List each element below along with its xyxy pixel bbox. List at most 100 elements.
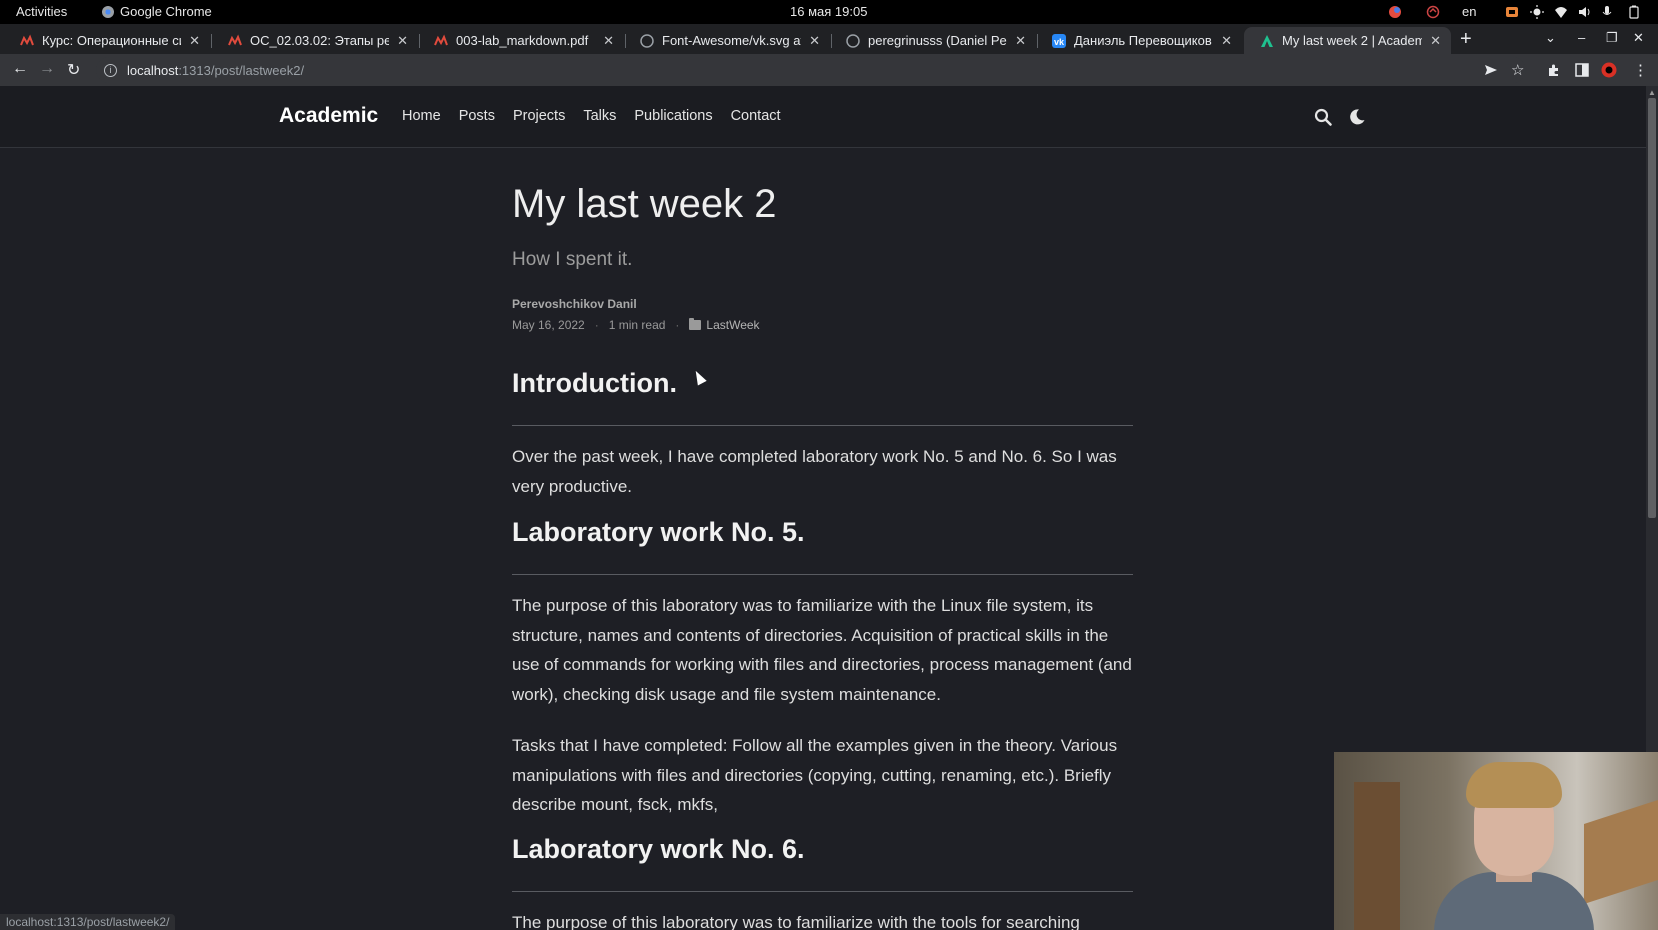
- dark-mode-moon-icon[interactable]: [1348, 108, 1366, 126]
- scrollbar-thumb[interactable]: [1648, 98, 1656, 518]
- app-name: Google Chrome: [120, 4, 212, 19]
- tab-title: Даниэль Перевощиков: [1074, 33, 1212, 48]
- section-heading: Introduction.: [512, 368, 677, 398]
- reload-icon[interactable]: ↻: [67, 60, 80, 80]
- bookmark-star-icon[interactable]: ☆: [1511, 61, 1524, 79]
- section-heading: Laboratory work No. 5.: [512, 517, 805, 547]
- tab-close-icon[interactable]: ✕: [1430, 33, 1441, 49]
- clock[interactable]: 16 мая 19:05: [790, 4, 867, 19]
- pdf-icon: [434, 34, 448, 45]
- forward-arrow-icon[interactable]: →: [39, 60, 55, 78]
- post-subtitle: How I spent it.: [512, 249, 633, 270]
- send-tab-icon[interactable]: [1484, 63, 1498, 77]
- tab-close-icon[interactable]: ✕: [603, 33, 614, 49]
- tab-title: peregrinusss (Daniel Pere: [868, 33, 1008, 48]
- site-header: Academic Home Posts Projects Talks Publi…: [0, 86, 1646, 148]
- heading-divider: [512, 425, 1133, 426]
- nav-posts[interactable]: Posts: [459, 108, 495, 124]
- heading-divider: [512, 891, 1133, 892]
- address-bar[interactable]: i localhost:1313/post/lastweek2/: [96, 57, 1526, 83]
- browser-tab[interactable]: Курс: Операционные си ✕: [4, 27, 210, 54]
- meta-separator: ·: [594, 318, 599, 332]
- moodle-icon: [20, 34, 34, 45]
- post-title: My last week 2: [512, 182, 777, 226]
- minimize-button[interactable]: –: [1578, 30, 1585, 45]
- browser-tab-active[interactable]: My last week 2 | Academic ✕: [1244, 27, 1451, 54]
- tab-close-icon[interactable]: ✕: [1221, 33, 1232, 49]
- side-panel-icon[interactable]: [1575, 63, 1589, 77]
- url-host: localhost: [127, 62, 179, 78]
- tab-title: 003-lab_markdown.pdf: [456, 33, 589, 48]
- post-date: May 16, 2022: [512, 318, 585, 332]
- browser-tab[interactable]: 003-lab_markdown.pdf ✕: [418, 27, 624, 54]
- chrome-icon: [102, 5, 114, 18]
- site-brand[interactable]: Academic: [279, 104, 378, 128]
- profile-avatar[interactable]: [1601, 62, 1617, 78]
- search-icon[interactable]: [1314, 108, 1332, 126]
- tab-strip: Курс: Операционные си ✕ ОС_02.03.02: Эта…: [0, 24, 1658, 54]
- tab-title: My last week 2 | Academic: [1282, 33, 1423, 48]
- nav-talks[interactable]: Talks: [583, 108, 616, 124]
- microphone-icon[interactable]: [1600, 5, 1614, 19]
- main-nav: Home Posts Projects Talks Publications C…: [402, 108, 781, 124]
- back-arrow-icon[interactable]: ←: [12, 60, 28, 78]
- brightness-icon[interactable]: [1530, 5, 1544, 19]
- site-info-icon[interactable]: i: [104, 63, 117, 77]
- github-icon: [640, 33, 654, 48]
- nav-contact[interactable]: Contact: [731, 108, 781, 124]
- maximize-button[interactable]: ❐: [1606, 30, 1618, 46]
- volume-icon[interactable]: [1578, 5, 1592, 19]
- post-author[interactable]: Perevoshchikov Danil: [512, 297, 637, 311]
- browser-toolbar: ← → ↻ i localhost:1313/post/lastweek2/ ☆…: [0, 54, 1658, 86]
- nav-projects[interactable]: Projects: [513, 108, 565, 124]
- url-path: :1313/post/lastweek2/: [178, 62, 305, 78]
- paragraph: Tasks that I have completed: Follow all …: [512, 736, 1118, 815]
- extensions-icon[interactable]: [1547, 63, 1561, 77]
- heading-divider: [512, 574, 1133, 575]
- browser-tab[interactable]: peregrinusss (Daniel Pere ✕: [830, 27, 1036, 54]
- post-read-time: 1 min read: [608, 318, 666, 332]
- tab-close-icon[interactable]: ✕: [189, 33, 200, 49]
- browser-tab[interactable]: vk Даниэль Перевощиков ✕: [1036, 27, 1242, 54]
- scroll-up-arrow-icon[interactable]: ▲: [1648, 88, 1656, 97]
- tab-title: Курс: Операционные си: [42, 33, 182, 48]
- academic-icon: [1261, 34, 1273, 47]
- paragraph: The purpose of this laboratory was to fa…: [512, 596, 1132, 705]
- wifi-icon[interactable]: [1554, 5, 1568, 19]
- status-bar-url: localhost:1313/post/lastweek2/: [0, 914, 176, 930]
- svg-text:vk: vk: [1054, 37, 1065, 47]
- tab-search-icon[interactable]: ⌄: [1545, 30, 1556, 46]
- nav-home[interactable]: Home: [402, 108, 441, 124]
- new-tab-button[interactable]: +: [1460, 28, 1472, 51]
- tab-title: ОС_02.03.02: Этапы реал: [250, 33, 390, 48]
- browser-tab[interactable]: ОС_02.03.02: Этапы реал ✕: [212, 27, 418, 54]
- section-heading: Laboratory work No. 6.: [512, 834, 805, 864]
- paragraph: Over the past week, I have completed lab…: [512, 447, 1117, 496]
- app-menu[interactable]: Google Chrome: [102, 4, 212, 19]
- paragraph: The purpose of this laboratory was to fa…: [512, 913, 1080, 930]
- nav-publications[interactable]: Publications: [634, 108, 712, 124]
- post-category-link[interactable]: LastWeek: [706, 318, 759, 332]
- battery-icon[interactable]: [1627, 5, 1641, 19]
- tab-close-icon[interactable]: ✕: [1015, 33, 1026, 49]
- folder-icon: [689, 318, 702, 330]
- system-top-bar: Activities Google Chrome 16 мая 19:05 en: [0, 0, 1658, 24]
- keyboard-layout[interactable]: en: [1462, 4, 1476, 19]
- post-meta: May 16, 2022 · 1 min read · LastWeek: [512, 318, 760, 332]
- browser-menu-icon[interactable]: ⋮: [1633, 61, 1648, 79]
- screen: Activities Google Chrome 16 мая 19:05 en…: [0, 0, 1658, 930]
- activities-button[interactable]: Activities: [16, 4, 67, 19]
- tab-close-icon[interactable]: ✕: [397, 33, 408, 49]
- notification-icon[interactable]: [1505, 5, 1519, 19]
- close-window-button[interactable]: ✕: [1633, 30, 1644, 46]
- record-icon[interactable]: [1388, 5, 1402, 19]
- tab-title: Font-Awesome/vk.svg at: [662, 33, 802, 48]
- webcam-overlay: [1334, 752, 1658, 930]
- browser-tab[interactable]: Font-Awesome/vk.svg at ✕: [624, 27, 830, 54]
- update-icon[interactable]: [1426, 5, 1440, 19]
- vk-icon: vk: [1052, 33, 1066, 48]
- tab-close-icon[interactable]: ✕: [809, 33, 820, 49]
- meta-separator: ·: [675, 318, 680, 332]
- github-icon: [846, 33, 860, 48]
- moodle-icon: [228, 34, 242, 45]
